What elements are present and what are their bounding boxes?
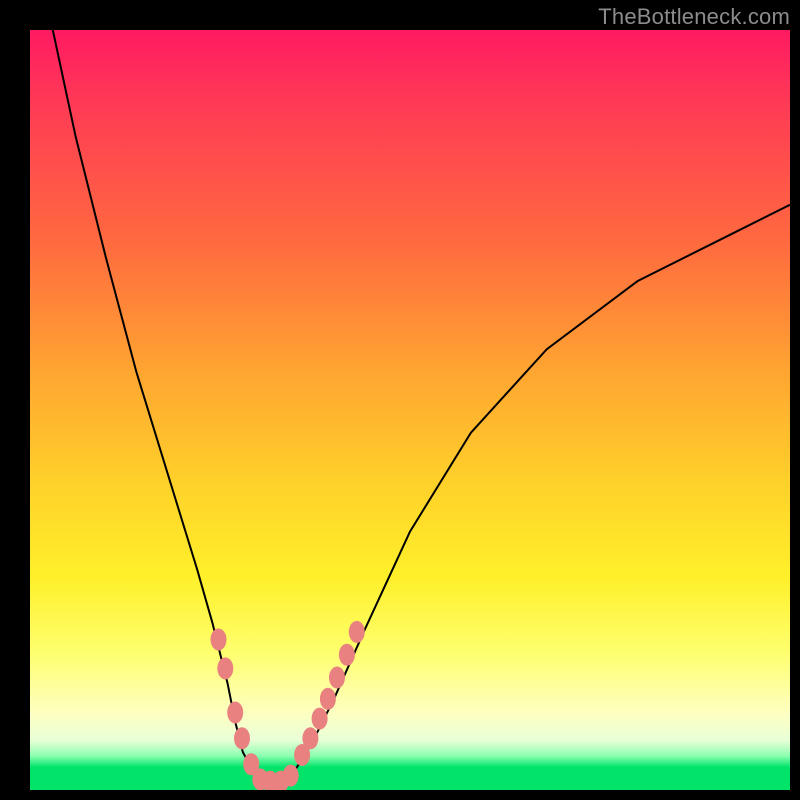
- bead-marker: [234, 727, 250, 749]
- bead-marker: [312, 708, 328, 730]
- bead-marker: [302, 727, 318, 749]
- bead-marker: [217, 657, 233, 679]
- watermark-text: TheBottleneck.com: [598, 4, 790, 30]
- outer-frame: TheBottleneck.com: [0, 0, 800, 800]
- bead-marker: [329, 667, 345, 689]
- plot-area: [30, 30, 790, 790]
- bead-marker: [339, 644, 355, 666]
- bead-marker: [320, 688, 336, 710]
- bottleneck-curve: [53, 30, 790, 781]
- bead-marker: [283, 765, 299, 787]
- beads-group: [211, 621, 365, 790]
- bead-marker: [227, 702, 243, 724]
- bead-marker: [349, 621, 365, 643]
- curve-layer: [30, 30, 790, 790]
- bead-marker: [211, 629, 227, 651]
